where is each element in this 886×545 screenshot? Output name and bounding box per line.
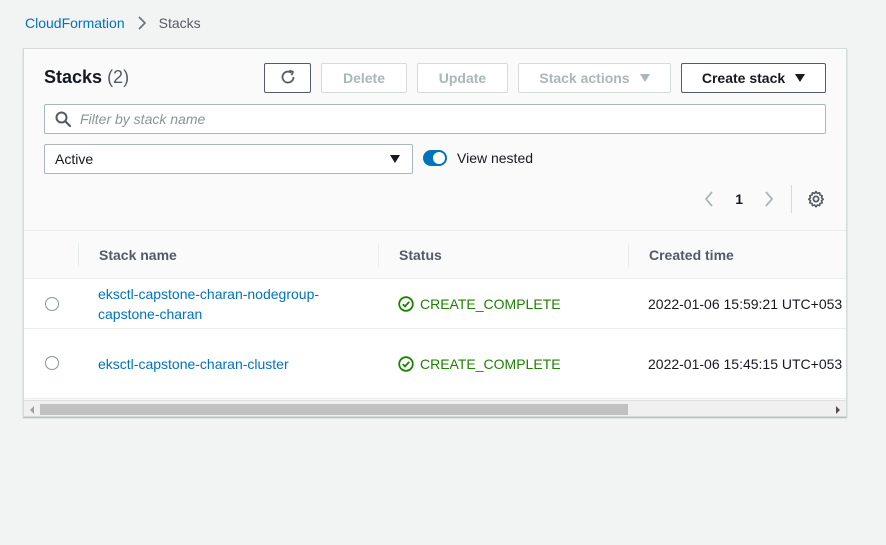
delete-button[interactable]: Delete — [321, 63, 407, 93]
table-header: Stack name Status Created time — [24, 230, 846, 279]
pagination-divider — [791, 185, 792, 213]
gear-icon — [807, 190, 825, 208]
column-divider — [78, 243, 79, 267]
update-button[interactable]: Update — [417, 63, 508, 93]
status-cell: CREATE_COMPLETE — [398, 294, 561, 314]
status-text: CREATE_COMPLETE — [420, 356, 561, 372]
previous-page-button[interactable] — [699, 189, 719, 209]
check-circle-icon — [398, 356, 414, 372]
horizontal-scrollbar[interactable] — [24, 400, 846, 416]
preferences-button[interactable] — [806, 189, 826, 209]
stacks-panel: Stacks (2) Delete Update Stack actions C… — [23, 48, 847, 417]
stack-count: (2) — [107, 67, 130, 87]
created-time: 2022-01-06 15:59:21 UTC+053 — [648, 296, 843, 312]
stack-name-link[interactable]: eksctl-capstone-charan-nodegroup- capsto… — [98, 284, 319, 324]
stack-name-link[interactable]: eksctl-capstone-charan-cluster — [98, 354, 289, 374]
column-divider — [378, 243, 379, 267]
stack-name-line: eksctl-capstone-charan-cluster — [98, 356, 289, 372]
stack-name-line: capstone-charan — [98, 306, 203, 322]
refresh-icon — [279, 68, 297, 89]
table-row: eksctl-capstone-charan-cluster CREATE_CO… — [24, 329, 846, 399]
create-stack-button[interactable]: Create stack — [681, 63, 826, 93]
scroll-right-arrow-icon[interactable] — [836, 406, 840, 414]
created-time: 2022-01-06 15:45:15 UTC+053 — [648, 356, 843, 372]
refresh-button[interactable] — [264, 63, 311, 93]
breadcrumb-cloudformation-link[interactable]: CloudFormation — [25, 15, 125, 31]
stack-actions-button[interactable]: Stack actions — [518, 63, 671, 93]
create-stack-label: Create stack — [701, 70, 786, 86]
breadcrumb-current: Stacks — [158, 15, 201, 31]
chevron-right-icon — [765, 191, 774, 207]
stack-name-line: eksctl-capstone-charan-nodegroup- — [98, 286, 320, 302]
view-nested: View nested — [423, 150, 533, 166]
toggle-knob — [433, 152, 445, 164]
chevron-right-icon — [137, 16, 147, 30]
check-circle-icon — [398, 296, 414, 312]
page-number[interactable]: 1 — [735, 191, 743, 207]
page-title: Stacks (2) — [44, 67, 129, 88]
status-text: CREATE_COMPLETE — [420, 296, 561, 312]
status-filter-value: Active — [55, 151, 94, 167]
column-divider — [628, 243, 629, 267]
caret-down-icon — [390, 155, 400, 163]
pagination: 1 — [699, 185, 826, 213]
status-filter-select[interactable]: Active — [44, 144, 413, 174]
row-select-radio[interactable] — [45, 356, 59, 370]
column-stack-name[interactable]: Stack name — [99, 231, 177, 279]
next-page-button[interactable] — [759, 189, 779, 209]
filter-box — [44, 104, 826, 134]
row-select-radio[interactable] — [45, 297, 59, 311]
view-nested-toggle[interactable] — [423, 150, 447, 166]
chevron-left-icon — [705, 191, 713, 207]
caret-down-icon — [795, 74, 806, 82]
column-created-time[interactable]: Created time — [649, 231, 734, 279]
table-row: eksctl-capstone-charan-nodegroup- capsto… — [24, 279, 846, 329]
stack-actions-label: Stack actions — [539, 70, 630, 86]
column-status[interactable]: Status — [399, 231, 442, 279]
scroll-left-arrow-icon[interactable] — [30, 406, 34, 414]
view-nested-label: View nested — [457, 150, 534, 166]
search-icon — [55, 110, 73, 128]
caret-down-icon — [639, 74, 650, 82]
filter-input[interactable] — [80, 111, 780, 127]
title-text: Stacks — [44, 67, 103, 87]
status-cell: CREATE_COMPLETE — [398, 354, 561, 374]
breadcrumb: CloudFormation Stacks — [25, 14, 201, 32]
scrollbar-thumb[interactable] — [40, 404, 628, 415]
